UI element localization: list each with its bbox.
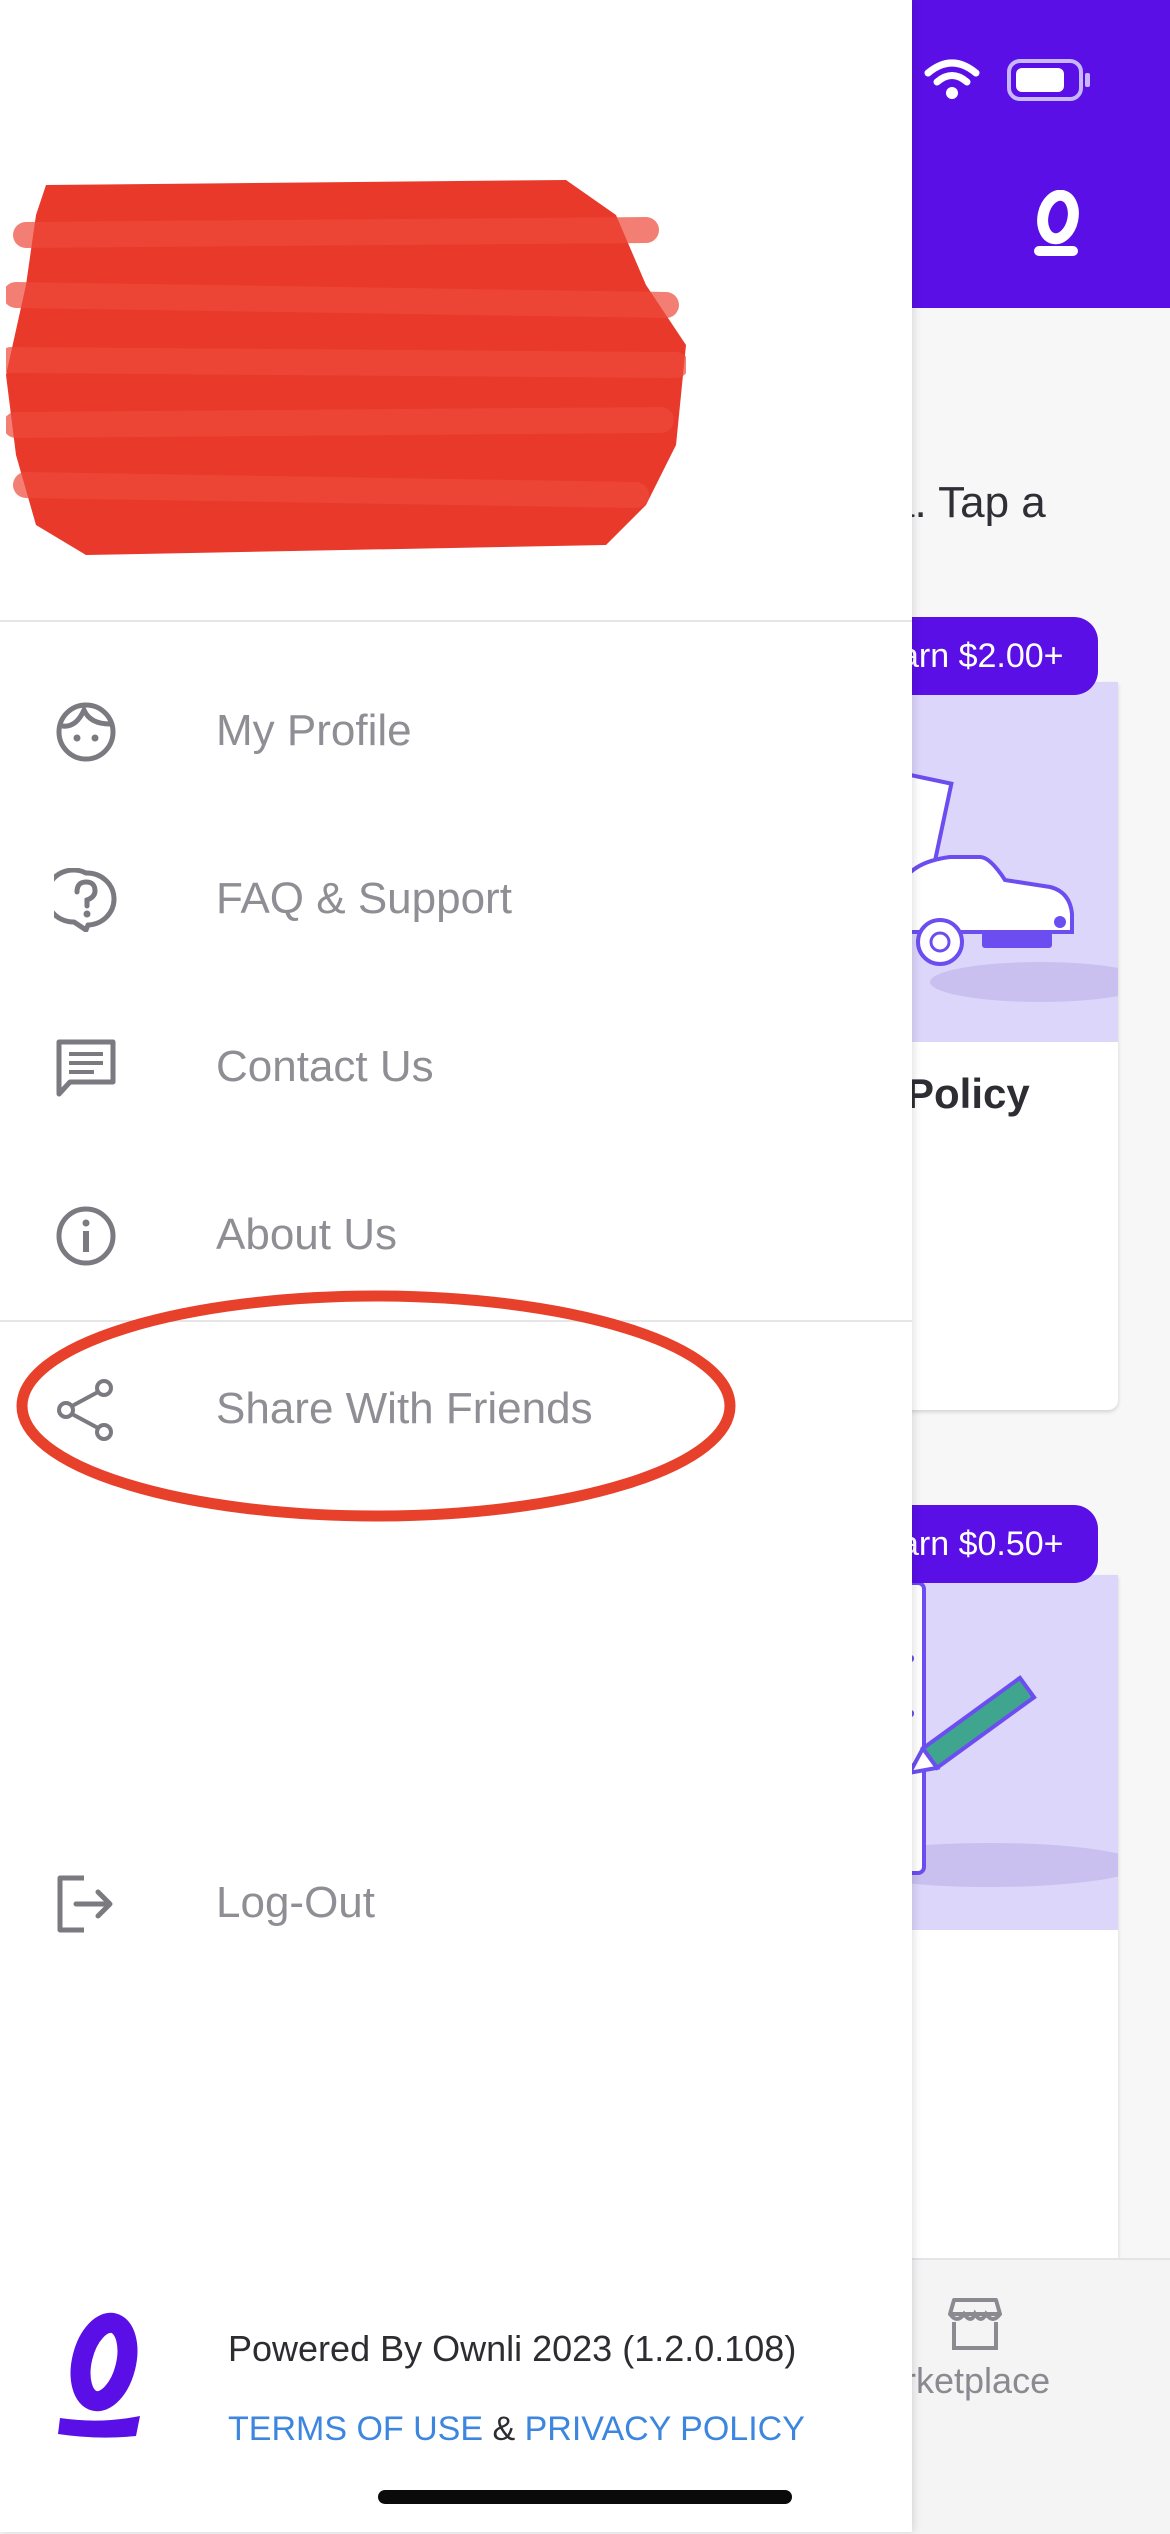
storefront-icon[interactable] xyxy=(944,2296,1006,2352)
face-icon xyxy=(56,702,116,762)
menu-label: Share With Friends xyxy=(216,1384,593,1433)
menu-item-contact-us[interactable]: Contact Us xyxy=(0,1008,912,1128)
ownli-logo-icon xyxy=(58,2312,140,2438)
legal-links: TERMS OF USE & PRIVACY POLICY xyxy=(228,2410,805,2449)
battery-icon xyxy=(1007,59,1090,101)
menu-label: My Profile xyxy=(216,706,412,755)
status-bar xyxy=(924,58,1092,102)
menu-label: Contact Us xyxy=(216,1042,434,1091)
terms-of-use-link[interactable]: TERMS OF USE xyxy=(228,2410,483,2448)
menu-item-faq-support[interactable]: FAQ & Support xyxy=(0,840,912,960)
chat-icon xyxy=(56,1039,116,1097)
pencil-illustration xyxy=(890,1575,1118,1930)
car-illustration xyxy=(890,682,1118,1042)
help-bubble-icon xyxy=(54,868,117,932)
ampersand-text: & xyxy=(483,2410,525,2448)
divider xyxy=(0,620,912,622)
task-card[interactable] xyxy=(890,682,1118,1410)
menu-item-my-profile[interactable]: My Profile xyxy=(0,672,912,792)
logout-icon xyxy=(57,1875,113,1933)
side-drawer: My Profile FAQ & Support Contact Us Abou… xyxy=(0,0,912,2532)
info-icon xyxy=(56,1206,116,1266)
powered-by-text: Powered By Ownli 2023 (1.2.0.108) xyxy=(228,2328,797,2369)
wifi-icon xyxy=(924,59,980,99)
menu-label: Log-Out xyxy=(216,1878,375,1927)
ownli-logo-icon xyxy=(1034,190,1079,256)
menu-item-about-us[interactable]: About Us xyxy=(0,1176,912,1296)
intro-text: a. Tap a xyxy=(890,478,1046,527)
divider xyxy=(0,1320,912,1322)
menu-label: FAQ & Support xyxy=(216,874,512,923)
card-title: Policy xyxy=(906,1070,1030,1117)
share-icon xyxy=(57,1379,113,1441)
menu-label: About Us xyxy=(216,1210,397,1259)
menu-item-log-out[interactable]: Log-Out xyxy=(0,1844,912,1964)
menu-item-share-with-friends[interactable]: Share With Friends xyxy=(0,1350,912,1470)
privacy-policy-link[interactable]: PRIVACY POLICY xyxy=(525,2410,805,2448)
redaction-scribble xyxy=(6,180,686,555)
task-card[interactable] xyxy=(890,1575,1118,2275)
home-indicator[interactable] xyxy=(378,2490,792,2504)
